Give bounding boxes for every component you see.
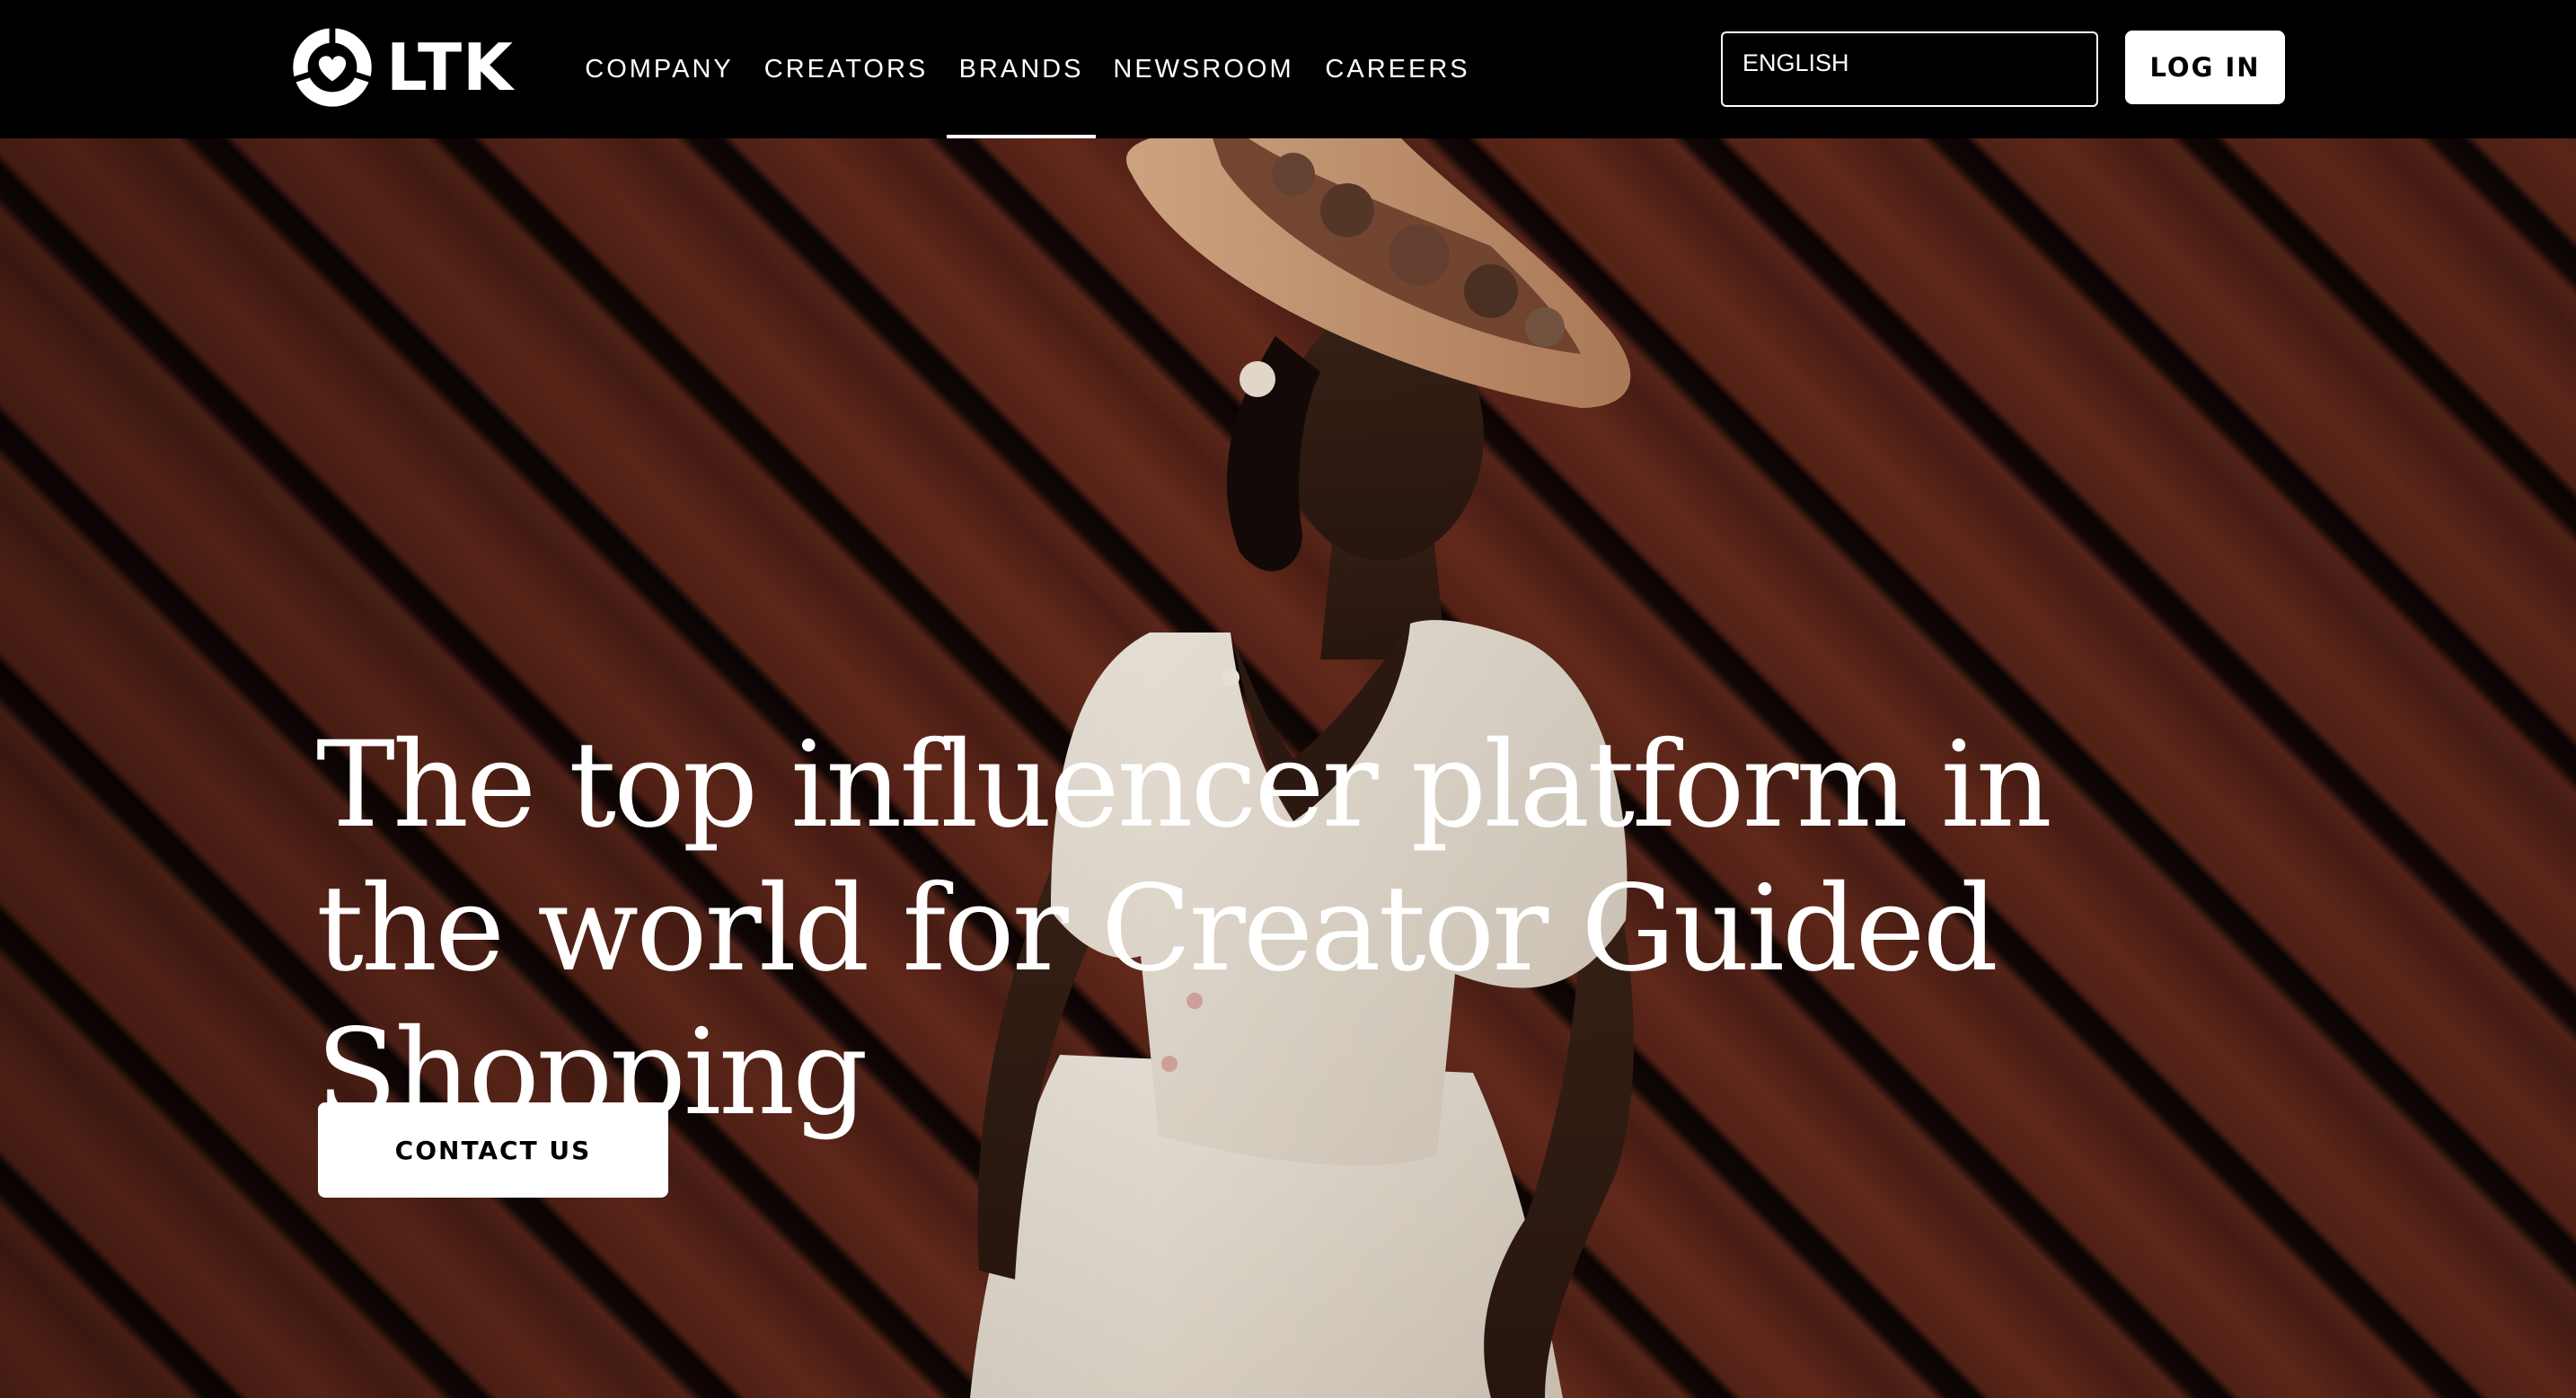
logo-wordmark: LTK xyxy=(386,30,514,105)
nav-item-careers[interactable]: CAREERS xyxy=(1325,0,1469,138)
language-selected-value: ENGLISH xyxy=(1742,49,1849,76)
nav-item-newsroom[interactable]: NEWSROOM xyxy=(1113,0,1293,138)
hero-section: The top influencer platform in the world… xyxy=(0,138,2576,1398)
nav-item-creators[interactable]: CREATORS xyxy=(764,0,927,138)
language-select[interactable]: ENGLISH xyxy=(1721,31,2098,107)
ltk-logo-icon xyxy=(289,24,375,107)
page: LTK COMPANY CREATORS BRANDS NEWSROOM CAR… xyxy=(0,0,2576,1398)
contact-us-button[interactable]: CONTACT US xyxy=(318,1102,668,1198)
top-navigation-bar: LTK COMPANY CREATORS BRANDS NEWSROOM CAR… xyxy=(0,0,2576,138)
ltk-logo[interactable]: LTK xyxy=(289,24,514,111)
hero-headline: The top influencer platform in the world… xyxy=(316,716,2052,1142)
nav-item-brands[interactable]: BRANDS xyxy=(947,0,1096,138)
nav-item-company[interactable]: COMPANY xyxy=(578,0,740,138)
login-button[interactable]: LOG IN xyxy=(2125,31,2285,104)
